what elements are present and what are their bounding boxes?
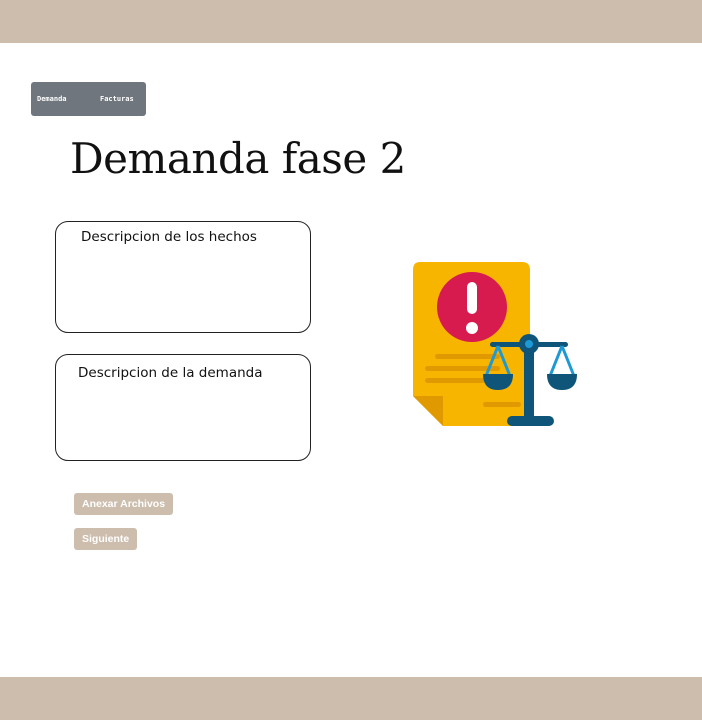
- siguiente-button[interactable]: Siguiente: [74, 528, 138, 550]
- nav-bar: Demanda Facturas: [31, 82, 146, 116]
- top-band: [0, 0, 702, 43]
- legal-document-scale-icon: [410, 258, 585, 433]
- hechos-label: Descripcion de los hechos: [81, 229, 257, 245]
- page-title: Demanda fase 2: [70, 134, 406, 183]
- anexar-archivos-button[interactable]: Anexar Archivos: [74, 493, 174, 515]
- demanda-label: Descripcion de la demanda: [78, 365, 263, 381]
- nav-link-demanda[interactable]: Demanda: [37, 82, 67, 116]
- bottom-band: [0, 677, 702, 720]
- nav-link-facturas[interactable]: Facturas: [100, 82, 134, 116]
- legal-document-scale-illustration: [413, 262, 577, 426]
- demanda-textarea[interactable]: Descripcion de la demanda: [55, 354, 311, 461]
- hechos-textarea[interactable]: Descripcion de los hechos: [55, 221, 311, 333]
